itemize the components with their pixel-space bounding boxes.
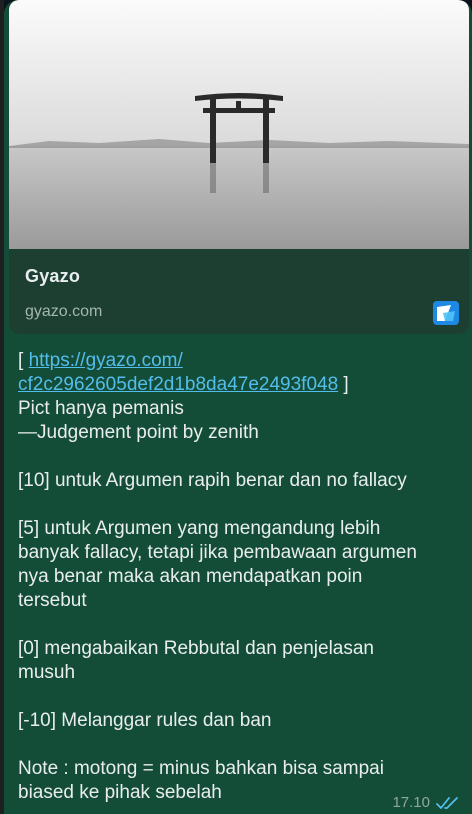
preview-title: Gyazo	[25, 266, 81, 286]
text-line: —Judgement point by zenith	[18, 422, 259, 443]
text-line: [-10] Melanggar rules dan ban	[18, 710, 272, 731]
gyazo-logo-icon	[433, 301, 459, 325]
text-line: Pict hanya pemanis	[18, 398, 184, 419]
preview-image	[9, 0, 469, 249]
text-line: banyak fallacy, tetapi jika pembawaan ar…	[18, 542, 417, 563]
link-preview-card[interactable]: Gyazo gyazo.com	[9, 0, 469, 334]
message-time: 17.10	[392, 794, 430, 811]
text-line: [0] mengabaikan Rebbutal dan penjelasan	[18, 638, 374, 659]
message-link-part-1[interactable]: https://gyazo.com/	[29, 350, 183, 371]
link-line-2: cf2c2962605def2d1b8da47e2493f048 ]	[18, 373, 458, 397]
message-bubble[interactable]: Gyazo gyazo.com [ https://gyazo.com/ cf2…	[4, 0, 472, 814]
text-line: musuh	[18, 662, 76, 683]
text-line: [5] untuk Argumen yang mengandung lebih	[18, 518, 381, 539]
message-text: [ https://gyazo.com/ cf2c2962605def2d1b8…	[18, 349, 458, 805]
message-link-part-2[interactable]: cf2c2962605def2d1b8da47e2493f048	[18, 374, 338, 395]
open-bracket: [	[18, 350, 29, 371]
text-line: Note : motong = minus bahkan bisa sampai	[18, 758, 384, 779]
close-bracket: ]	[338, 374, 349, 395]
text-line: tersebut	[18, 590, 87, 611]
preview-domain: gyazo.com	[25, 303, 103, 320]
text-line: nya benar maka akan mendapatkan poin	[18, 566, 363, 587]
message-meta: 17.10	[392, 794, 460, 811]
text-line: [10] untuk Argumen rapih benar dan no fa…	[18, 470, 407, 491]
link-line-1: [ https://gyazo.com/	[18, 349, 458, 373]
double-check-icon	[436, 796, 458, 809]
